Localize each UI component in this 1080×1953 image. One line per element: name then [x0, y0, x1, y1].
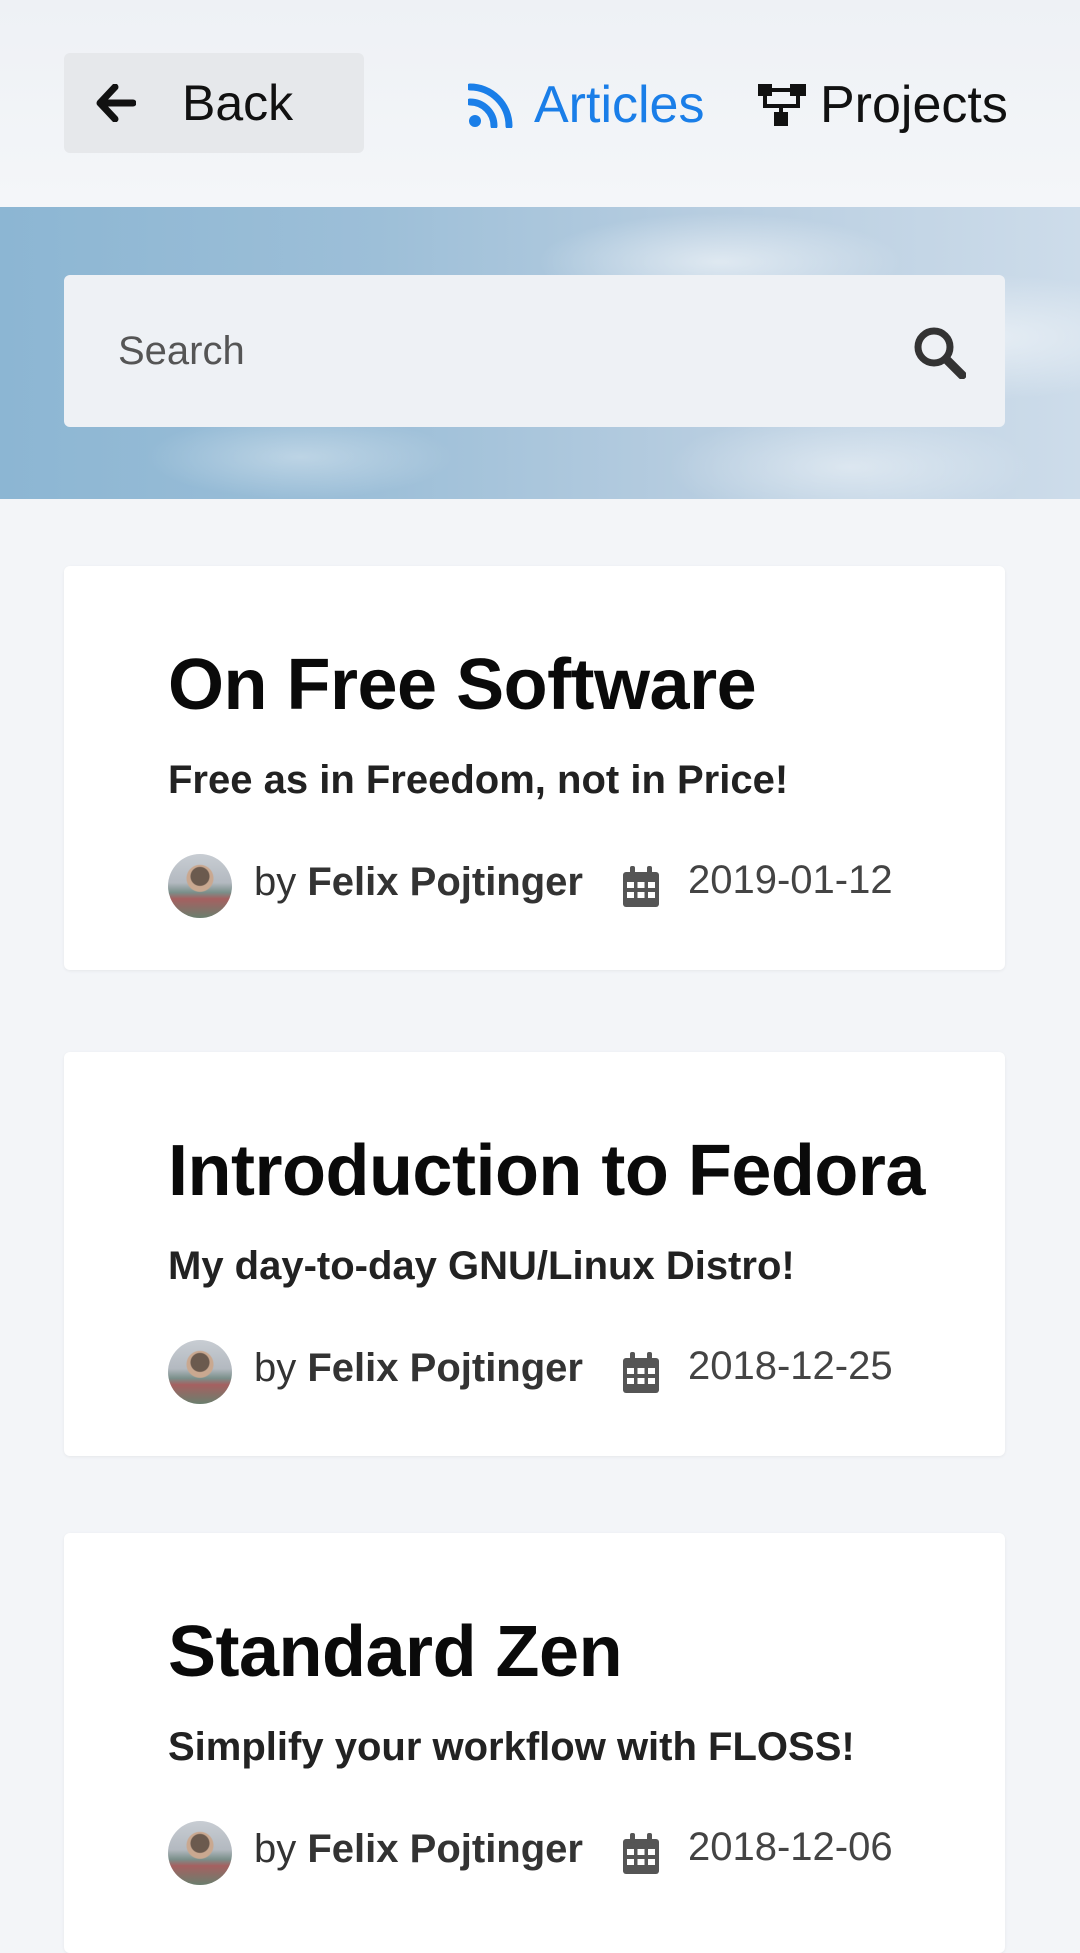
nav-label-articles: Articles: [534, 76, 705, 134]
sitemap-icon: [758, 84, 806, 126]
back-button[interactable]: Back: [64, 53, 364, 153]
back-label: Back: [182, 75, 294, 131]
nav-link-articles[interactable]: Articles: [468, 70, 704, 140]
by-label: by: [254, 1346, 297, 1390]
nav-link-projects[interactable]: Projects: [756, 70, 1008, 140]
nav-label-projects: Projects: [820, 76, 1008, 134]
author-name[interactable]: Felix Pojtinger: [307, 1827, 583, 1871]
by-label: by: [254, 860, 297, 904]
search-bar: [64, 275, 1005, 427]
article-card[interactable]: On Free Software Free as in Freedom, not…: [64, 566, 1005, 970]
article-date: 2019-01-12: [688, 858, 893, 902]
article-subtitle: Free as in Freedom, not in Price!: [168, 758, 789, 802]
calendar-icon: [623, 1833, 659, 1874]
article-date: 2018-12-25: [688, 1344, 893, 1388]
article-meta: by Felix Pojtinger 2019-01-12: [168, 854, 968, 918]
article-subtitle: My day-to-day GNU/Linux Distro!: [168, 1244, 795, 1288]
search-input[interactable]: [64, 275, 884, 427]
author-byline: by Felix Pojtinger: [254, 860, 583, 905]
arrow-left-icon: [96, 84, 136, 122]
article-card[interactable]: Introduction to Fedora My day-to-day GNU…: [64, 1052, 1005, 1456]
rss-icon: [468, 83, 513, 128]
article-title[interactable]: On Free Software: [168, 644, 757, 726]
author-byline: by Felix Pojtinger: [254, 1827, 583, 1872]
article-card[interactable]: Standard Zen Simplify your workflow with…: [64, 1533, 1005, 1953]
top-nav-bar: Back Articles Projects: [0, 0, 1080, 207]
author-avatar: [168, 1340, 232, 1404]
article-meta: by Felix Pojtinger 2018-12-06: [168, 1821, 968, 1885]
article-subtitle: Simplify your workflow with FLOSS!: [168, 1725, 855, 1769]
author-avatar: [168, 1821, 232, 1885]
calendar-icon: [623, 866, 659, 907]
author-byline: by Felix Pojtinger: [254, 1346, 583, 1391]
author-avatar: [168, 854, 232, 918]
author-name[interactable]: Felix Pojtinger: [307, 860, 583, 904]
search-icon[interactable]: [912, 325, 966, 379]
calendar-icon: [623, 1352, 659, 1393]
article-title[interactable]: Standard Zen: [168, 1611, 623, 1693]
hero-banner: [0, 207, 1080, 499]
author-name[interactable]: Felix Pojtinger: [307, 1346, 583, 1390]
article-date: 2018-12-06: [688, 1825, 893, 1869]
article-title[interactable]: Introduction to Fedora: [168, 1130, 925, 1212]
article-meta: by Felix Pojtinger 2018-12-25: [168, 1340, 968, 1404]
by-label: by: [254, 1827, 297, 1871]
